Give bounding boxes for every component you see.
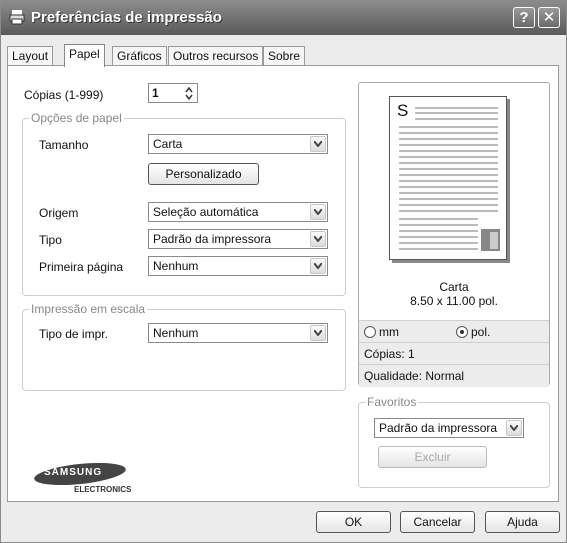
ok-button[interactable]: OK bbox=[316, 511, 391, 533]
scaling-type-select-value: Nenhum bbox=[153, 326, 199, 340]
unit-mm-radio[interactable] bbox=[364, 326, 376, 338]
paper-options-legend: Opções de papel bbox=[29, 111, 124, 125]
copies-spinner[interactable]: 1 bbox=[148, 83, 198, 103]
scaling-legend: Impressão em escala bbox=[29, 302, 148, 316]
units-row: mm pol. bbox=[359, 320, 549, 343]
copies-value: 1 bbox=[152, 86, 159, 100]
favorites-select[interactable]: Padrão da impressora bbox=[374, 418, 524, 438]
chevron-down-icon[interactable] bbox=[310, 136, 326, 152]
source-label: Origem bbox=[39, 206, 79, 220]
samsung-sub: ELECTRONICS bbox=[74, 485, 132, 494]
scaling-type-select[interactable]: Nenhum bbox=[148, 323, 328, 343]
first-page-label: Primeira página bbox=[39, 260, 124, 274]
delete-favorite-button[interactable]: Excluir bbox=[378, 446, 487, 468]
tab-graphics[interactable]: Gráficos bbox=[112, 46, 167, 66]
spin-arrows-icon[interactable] bbox=[184, 87, 194, 100]
printer-icon bbox=[9, 10, 25, 25]
favorites-legend: Favoritos bbox=[365, 395, 419, 409]
chevron-down-icon[interactable] bbox=[310, 258, 326, 274]
chevron-down-icon[interactable] bbox=[310, 231, 326, 247]
type-select[interactable]: Padrão da impressora bbox=[148, 229, 328, 249]
copies-label: Cópias (1-999) bbox=[24, 88, 104, 102]
paper-dimensions: 8.50 x 11.00 pol. bbox=[410, 294, 498, 308]
quality-info-row: Qualidade: Normal bbox=[359, 364, 549, 387]
samsung-logo: SAMSUNG ELECTRONICS bbox=[33, 459, 144, 496]
first-page-select-value: Nenhum bbox=[153, 259, 199, 273]
page-preview: S bbox=[389, 96, 507, 260]
first-page-select[interactable]: Nenhum bbox=[148, 256, 328, 276]
unit-pol-radio[interactable] bbox=[456, 326, 468, 338]
size-label: Tamanho bbox=[39, 138, 89, 152]
tab-other-features[interactable]: Outros recursos bbox=[168, 46, 264, 66]
type-select-value: Padrão da impressora bbox=[153, 232, 272, 246]
source-select[interactable]: Seleção automática bbox=[148, 202, 328, 222]
tab-paper[interactable]: Papel bbox=[64, 44, 105, 67]
samsung-brand: SAMSUNG bbox=[44, 467, 103, 478]
chevron-down-icon[interactable] bbox=[506, 420, 522, 436]
quality-info: Qualidade: Normal bbox=[364, 369, 465, 383]
help-title-button[interactable]: ? bbox=[513, 7, 535, 28]
close-title-button[interactable]: ✕ bbox=[538, 7, 560, 28]
scaling-group: Impressão em escala bbox=[22, 302, 346, 391]
favorites-group: Favoritos bbox=[358, 395, 550, 488]
custom-size-button[interactable]: Personalizado bbox=[148, 163, 259, 185]
favorites-select-value: Padrão da impressora bbox=[379, 421, 498, 435]
paper-name: Carta bbox=[439, 280, 469, 294]
size-select-value: Carta bbox=[153, 137, 183, 151]
chevron-down-icon[interactable] bbox=[310, 204, 326, 220]
chevron-down-icon[interactable] bbox=[310, 325, 326, 341]
page-preview-lines bbox=[399, 107, 500, 251]
print-preferences-window: Preferências de impressão ? ✕ Layout Pap… bbox=[0, 0, 567, 543]
unit-mm-label: mm bbox=[379, 325, 399, 339]
unit-pol-label: pol. bbox=[471, 325, 491, 339]
size-select[interactable]: Carta bbox=[148, 134, 328, 154]
window-title: Preferências de impressão bbox=[31, 9, 222, 26]
paper-preview-panel: S Carta 8.50 x 11.00 pol. mm pol. Cópias… bbox=[358, 82, 550, 387]
paper-tab-panel: Cópias (1-999) 1 Opções de papel Tamanho… bbox=[7, 65, 559, 502]
type-label: Tipo bbox=[39, 233, 62, 247]
tab-about[interactable]: Sobre bbox=[263, 46, 306, 66]
title-bar: Preferências de impressão ? ✕ bbox=[1, 1, 566, 35]
copies-info-row: Cópias: 1 bbox=[359, 342, 549, 365]
cancel-button[interactable]: Cancelar bbox=[400, 511, 475, 533]
scaling-type-label: Tipo de impr. bbox=[39, 327, 108, 341]
source-select-value: Seleção automática bbox=[153, 205, 259, 219]
copies-info: Cópias: 1 bbox=[364, 347, 415, 361]
help-button[interactable]: Ajuda bbox=[485, 511, 560, 533]
tab-layout[interactable]: Layout bbox=[7, 46, 54, 66]
